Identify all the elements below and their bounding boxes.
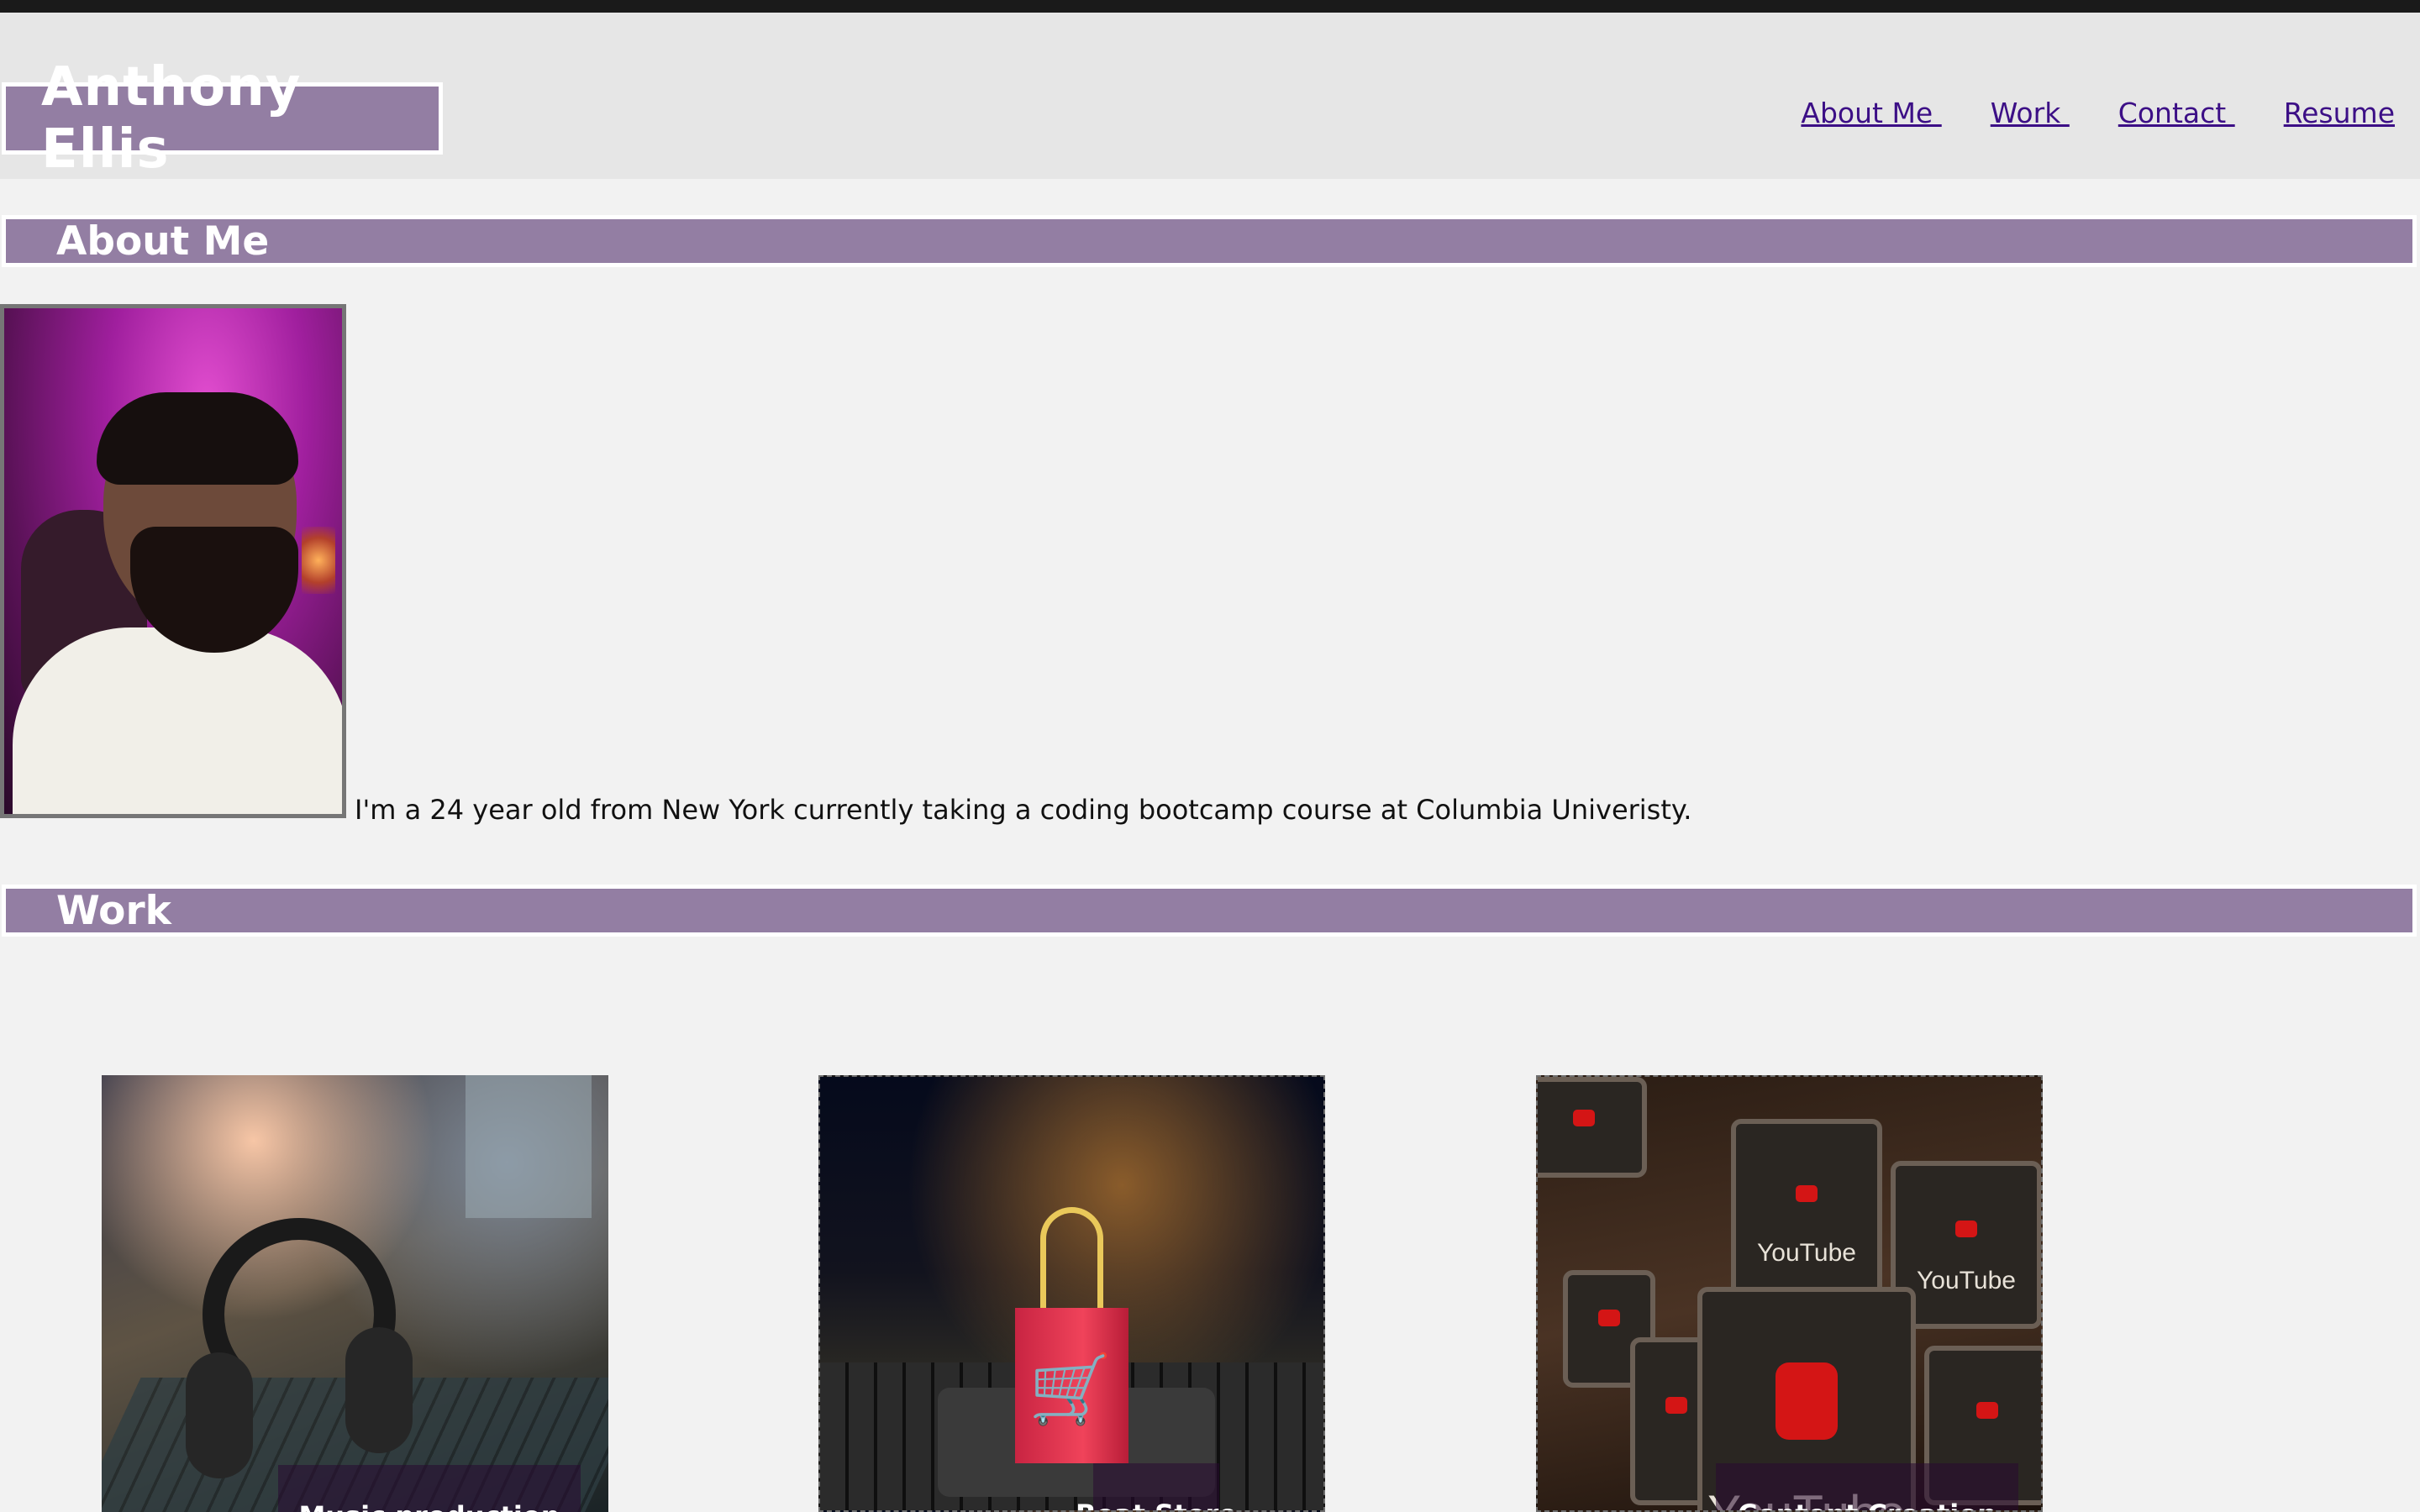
nav-link-work[interactable]: Work — [1991, 97, 2070, 129]
work-card-music-production[interactable]: Music production — [102, 1075, 608, 1512]
play-icon — [1955, 1221, 1977, 1238]
profile-photo — [0, 304, 346, 818]
tv-icon — [1538, 1077, 1647, 1178]
youtube-label: YouTube — [1917, 1267, 2016, 1295]
play-icon — [1976, 1402, 1998, 1420]
nav-link-contact[interactable]: Contact — [2118, 97, 2235, 129]
play-icon — [1796, 1185, 1818, 1203]
play-icon — [1573, 1110, 1595, 1127]
nav-link-resume[interactable]: Resume — [2284, 97, 2395, 129]
nav-link-about[interactable]: About Me — [1801, 97, 1941, 129]
white-shirt — [13, 627, 342, 814]
work-card-beat-store[interactable]: 🛒 Beat Store — [818, 1075, 1325, 1512]
monitor-screen — [466, 1075, 592, 1218]
work-card-caption: Beat Store — [1076, 1463, 1237, 1510]
site-header: Anthony Ellis About Me Work Contact Resu… — [0, 13, 2420, 181]
about-heading: About Me — [2, 215, 2417, 267]
play-icon — [1776, 1362, 1838, 1440]
headphone-cup-right — [345, 1327, 413, 1453]
work-card-caption: Content Creation — [1716, 1463, 2018, 1510]
play-icon — [1598, 1310, 1620, 1327]
about-description: I'm a 24 year old from New York currentl… — [355, 794, 1692, 826]
play-icon — [1665, 1397, 1687, 1415]
browser-top-strip — [0, 0, 2420, 13]
headphone-cup-left — [186, 1352, 253, 1478]
site-title: Anthony Ellis — [2, 56, 443, 181]
lamp-light — [302, 527, 335, 594]
work-card-caption: Music production — [278, 1465, 581, 1512]
hair — [97, 392, 298, 485]
tv-icon: YouTube — [1731, 1119, 1882, 1304]
youtube-label: YouTube — [1757, 1238, 1856, 1267]
work-card-content-creation[interactable]: YouTube YouTube YouTube Content Creation — [1536, 1075, 2043, 1512]
main-nav: About Me Work Contact Resume — [1752, 97, 2395, 129]
work-heading: Work — [2, 885, 2417, 937]
shopping-cart-icon: 🛒 — [1028, 1350, 1113, 1428]
